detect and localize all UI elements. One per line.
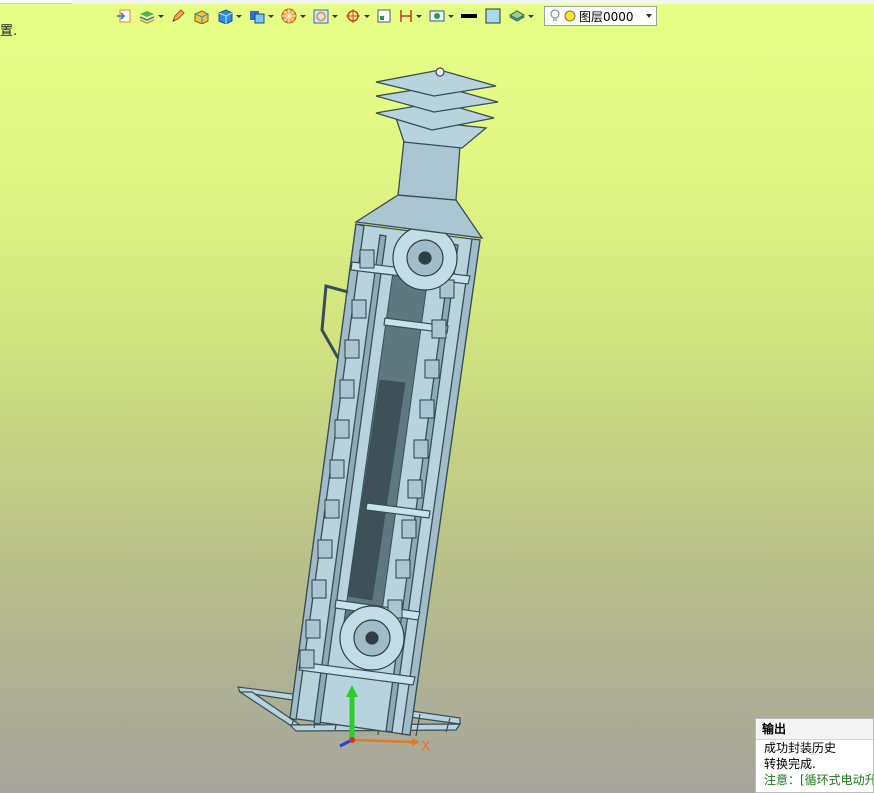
import-icon xyxy=(117,9,131,23)
chimney xyxy=(397,139,461,201)
display-mode-icon xyxy=(429,10,445,22)
layer-select-value: 图层0000 xyxy=(579,9,634,24)
fill-color-button[interactable] xyxy=(482,5,504,27)
toolbar: 图层0000 xyxy=(114,4,657,28)
layers-icon xyxy=(139,11,155,24)
output-note: 注意：[循环式电动升 xyxy=(764,773,874,787)
bottom-gear xyxy=(339,605,405,671)
layers-button[interactable] xyxy=(136,5,166,27)
wireframe-button[interactable] xyxy=(310,5,340,27)
snap-icon xyxy=(346,9,360,23)
grid-button[interactable] xyxy=(374,5,394,27)
render-button[interactable] xyxy=(278,5,308,27)
solid-box-button[interactable] xyxy=(190,5,212,27)
top-gear xyxy=(392,225,458,291)
3d-viewport[interactable]: X xyxy=(0,30,874,793)
layer-manager-button[interactable] xyxy=(506,5,536,27)
snap-button[interactable] xyxy=(342,5,372,27)
output-panel-title: 输出 xyxy=(756,719,873,740)
layer-select[interactable]: 图层0000 xyxy=(544,6,657,26)
line-color-button[interactable] xyxy=(458,5,480,27)
dimension-icon xyxy=(400,10,412,22)
cube-button[interactable] xyxy=(214,5,244,27)
rain-cap xyxy=(375,67,499,131)
render-icon xyxy=(281,8,297,24)
grid-icon xyxy=(377,9,391,23)
output-panel: 输出 成功封装历史 转换完成. 注意：[循环式电动升 xyxy=(755,718,874,793)
import-button[interactable] xyxy=(114,5,134,27)
shade-button[interactable] xyxy=(246,5,276,27)
sketch-button[interactable] xyxy=(168,5,188,27)
layer-color-dot-icon xyxy=(564,10,576,22)
solid-box-icon xyxy=(194,10,209,24)
fill-color-icon xyxy=(485,8,501,24)
blue-cube-icon xyxy=(218,9,233,24)
shade-icon xyxy=(250,11,265,24)
output-line: 成功封装历史 xyxy=(764,741,837,755)
chevron-down-icon xyxy=(646,14,652,18)
wireframe-icon xyxy=(313,9,329,24)
dimension-button[interactable] xyxy=(396,5,424,27)
display-mode-button[interactable] xyxy=(426,5,456,27)
x-axis-label: X xyxy=(421,739,431,755)
lightbulb-icon xyxy=(550,9,560,21)
line-color-icon xyxy=(461,14,477,18)
pencil-icon xyxy=(172,9,185,22)
layer-manager-icon xyxy=(508,10,526,22)
output-line: 转换完成. xyxy=(764,757,816,771)
active-tab[interactable] xyxy=(0,0,72,4)
